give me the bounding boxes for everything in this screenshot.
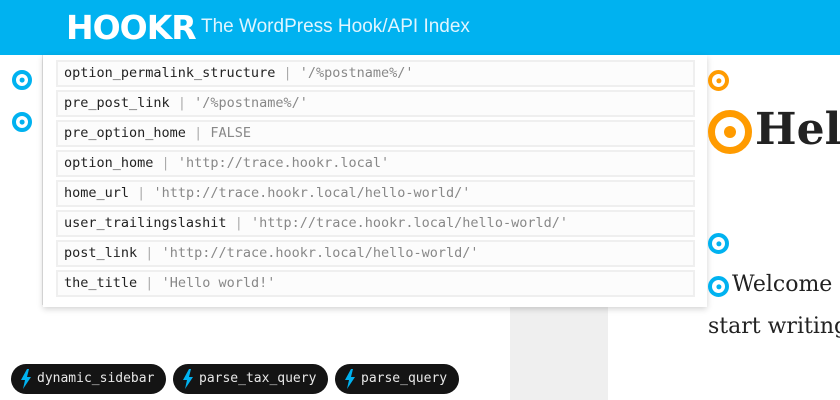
hook-row[interactable]: post_link | 'http://trace.hookr.local/he… — [56, 240, 695, 267]
hook-name: option_permalink_structure — [64, 65, 276, 81]
bolt-icon — [21, 369, 31, 389]
hookr-logo[interactable]: HOOKR — [66, 8, 197, 47]
separator: | — [194, 125, 203, 141]
hook-value: '/%postname%/' — [299, 65, 414, 81]
hook-pill-dynamic-sidebar[interactable]: dynamic_sidebar — [11, 364, 167, 394]
hook-name: option_home — [64, 155, 154, 171]
hook-target-icon[interactable] — [708, 233, 729, 254]
hook-name: user_trailingslashit — [64, 215, 227, 231]
hook-row[interactable]: pre_post_link | '/%postname%/' — [56, 90, 695, 117]
post-title: Hel — [755, 104, 840, 155]
pill-label: parse_query — [361, 371, 448, 386]
hook-name: the_title — [64, 275, 138, 291]
tagline: The WordPress Hook/API Index — [201, 16, 470, 37]
hook-row[interactable]: home_url | 'http://trace.hookr.local/hel… — [56, 180, 695, 207]
hook-row[interactable]: user_trailingslashit | 'http://trace.hoo… — [56, 210, 695, 237]
hook-name: pre_post_link — [64, 95, 170, 111]
hook-row[interactable]: the_title | 'Hello world!' — [56, 270, 695, 297]
separator: | — [283, 65, 292, 81]
hook-name: home_url — [64, 185, 130, 201]
hook-pill-parse-query[interactable]: parse_query — [335, 364, 460, 394]
separator: | — [177, 95, 186, 111]
hook-target-icon[interactable] — [708, 276, 729, 297]
hook-target-icon[interactable] — [12, 70, 32, 90]
hook-value: 'Hello world!' — [161, 275, 276, 291]
post-content-line: start writing — [708, 314, 840, 339]
hook-name: post_link — [64, 245, 138, 261]
header: HOOKR The WordPress Hook/API Index — [0, 0, 840, 55]
hook-value: 'http://trace.hookr.local/hello-world/' — [250, 215, 568, 231]
hook-target-icon[interactable] — [12, 112, 32, 132]
pill-label: parse_tax_query — [199, 371, 317, 386]
separator: | — [234, 215, 243, 231]
hook-popup: option_permalink_structure | '/%postname… — [43, 55, 707, 307]
hook-row[interactable]: option_home | 'http://trace.hookr.local' — [56, 150, 695, 177]
separator: | — [161, 155, 170, 171]
hook-value: 'http://trace.hookr.local' — [177, 155, 390, 171]
hook-row[interactable]: option_permalink_structure | '/%postname… — [56, 60, 695, 87]
filter-target-icon[interactable] — [708, 110, 752, 154]
bolt-icon — [345, 369, 355, 389]
hook-row[interactable]: pre_option_home | FALSE — [56, 120, 695, 147]
separator: | — [145, 275, 154, 291]
hook-name: pre_option_home — [64, 125, 186, 141]
separator: | — [145, 245, 154, 261]
bolt-icon — [183, 369, 193, 389]
post-content-line: Welcome t — [732, 272, 840, 297]
hook-value: 'http://trace.hookr.local/hello-world/' — [153, 185, 471, 201]
pill-label: dynamic_sidebar — [37, 371, 155, 386]
hook-pill-parse-tax-query[interactable]: parse_tax_query — [173, 364, 329, 394]
hook-value: 'http://trace.hookr.local/hello-world/' — [161, 245, 479, 261]
filter-target-icon[interactable] — [708, 70, 729, 91]
separator: | — [137, 185, 146, 201]
hook-value: FALSE — [210, 125, 251, 141]
hook-value: '/%postname%/' — [194, 95, 308, 111]
